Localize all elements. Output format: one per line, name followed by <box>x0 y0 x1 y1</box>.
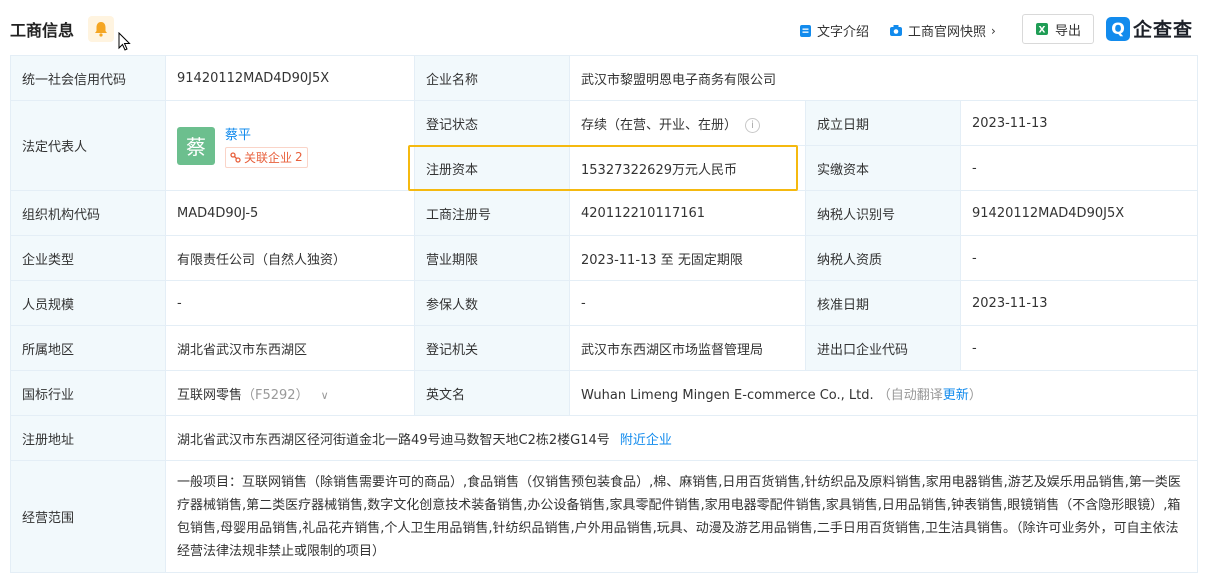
english-name-label: 英文名 <box>414 370 570 416</box>
link-icon <box>230 151 241 163</box>
legal-rep-label: 法定代表人 <box>10 100 166 191</box>
industry-code: （F5292） <box>242 387 309 403</box>
related-companies-label: 关联企业 <box>244 150 293 165</box>
table-row: 国标行业 互联网零售（F5292） ∨ 英文名 Wuhan Limeng Ming… <box>10 370 1198 416</box>
related-companies-tag[interactable]: 关联企业 2 <box>225 146 308 168</box>
table-row: 组织机构代码 MAD4D90J-5 工商注册号 420112210117161 … <box>10 190 1198 236</box>
insured-value: - <box>569 280 806 326</box>
reg-authority-label: 登记机关 <box>414 325 570 371</box>
snapshot-link[interactable]: 工商官网快照 › <box>889 21 996 40</box>
mouse-cursor-icon <box>118 31 132 56</box>
paid-capital-label: 实缴资本 <box>805 145 961 191</box>
snapshot-label: 工商官网快照 <box>908 25 987 40</box>
english-name-value: Wuhan Limeng Mingen E-commerce Co., Ltd. <box>581 387 874 403</box>
section-header: 工商信息 文字介绍 工商官网快照 › X 导出 Q 企查查 <box>0 0 1205 56</box>
business-info-table: 统一社会信用代码 91420112MAD4D90J5X 企业名称 武汉市黎盟明恩… <box>10 55 1198 573</box>
legal-rep-name-link[interactable]: 蔡平 <box>225 124 308 143</box>
ie-code-value: - <box>960 325 1198 371</box>
biz-term-label: 营业期限 <box>414 235 570 281</box>
brand-mark-icon: Q <box>1106 16 1130 41</box>
table-row: 人员规模 - 参保人数 - 核准日期 2023-11-13 <box>10 280 1198 326</box>
biz-reg-no-value: 420112210117161 <box>569 190 806 236</box>
reg-address-cell: 湖北省武汉市东西湖区径河街道金北一路49号迪马数智天地C2栋2楼G14号 附近企… <box>165 415 1198 461</box>
org-code-value: MAD4D90J-5 <box>165 190 415 236</box>
info-icon[interactable]: i <box>745 117 761 133</box>
table-row: 企业类型 有限责任公司（自然人独资） 营业期限 2023-11-13 至 无固定… <box>10 235 1198 281</box>
english-name-cell: Wuhan Limeng Mingen E-commerce Co., Ltd.… <box>569 370 1198 416</box>
credit-code-value: 91420112MAD4D90J5X <box>165 55 415 101</box>
update-link[interactable]: 更新 <box>943 388 969 403</box>
reg-capital-value: 15327322629万元人民币 <box>569 145 806 191</box>
brand-name: 企查查 <box>1133 19 1194 41</box>
reg-status-value: 存续（在营、开业、在册） <box>581 117 738 133</box>
chevron-down-icon[interactable]: ∨ <box>321 389 329 402</box>
est-date-label: 成立日期 <box>805 100 961 146</box>
taxpayer-qual-label: 纳税人资质 <box>805 235 961 281</box>
paid-capital-value: - <box>960 145 1198 191</box>
region-value: 湖北省武汉市东西湖区 <box>165 325 415 371</box>
biz-term-value: 2023-11-13 至 无固定期限 <box>569 235 806 281</box>
reg-capital-label: 注册资本 <box>414 145 570 191</box>
ie-code-label: 进出口企业代码 <box>805 325 961 371</box>
related-companies-count: 2 <box>295 150 303 164</box>
auto-translate-note-end: ） <box>968 387 982 403</box>
approval-date-value: 2023-11-13 <box>960 280 1198 326</box>
credit-code-label: 统一社会信用代码 <box>10 55 166 101</box>
taxpayer-qual-value: - <box>960 235 1198 281</box>
export-label: 导出 <box>1054 23 1081 39</box>
auto-translate-note: （自动翻译 <box>877 387 943 403</box>
company-type-label: 企业类型 <box>10 235 166 281</box>
export-button[interactable]: X 导出 <box>1022 14 1094 44</box>
table-row: 注册地址 湖北省武汉市东西湖区径河街道金北一路49号迪马数智天地C2栋2楼G14… <box>10 415 1198 461</box>
company-type-value: 有限责任公司（自然人独资） <box>165 235 415 281</box>
avatar: 蔡 <box>177 126 215 165</box>
text-intro-label: 文字介绍 <box>817 25 870 40</box>
reg-status-cell: 存续（在营、开业、在册） i <box>569 100 806 146</box>
industry-cell[interactable]: 互联网零售（F5292） ∨ <box>165 370 415 416</box>
nearby-companies-link[interactable]: 附近企业 <box>620 433 672 448</box>
est-date-value: 2023-11-13 <box>960 100 1198 146</box>
chevron-right-icon: › <box>991 23 996 38</box>
biz-reg-no-label: 工商注册号 <box>414 190 570 236</box>
legal-rep-cell: 蔡 蔡平 关联企业 2 <box>165 100 415 191</box>
reg-address-value: 湖北省武汉市东西湖区径河街道金北一路49号迪马数智天地C2栋2楼G14号 <box>177 432 610 448</box>
biz-scope-value: 一般项目：互联网销售（除销售需要许可的商品）,食品销售（仅销售预包装食品）,棉、… <box>165 460 1198 573</box>
approval-date-label: 核准日期 <box>805 280 961 326</box>
camera-icon <box>890 25 902 36</box>
bell-icon[interactable] <box>88 16 114 42</box>
reg-address-label: 注册地址 <box>10 415 166 461</box>
text-intro-link[interactable]: 文字介绍 <box>799 21 869 40</box>
biz-scope-label: 经营范围 <box>10 460 166 573</box>
table-row: 经营范围 一般项目：互联网销售（除销售需要许可的商品）,食品销售（仅销售预包装食… <box>10 460 1198 573</box>
region-label: 所属地区 <box>10 325 166 371</box>
company-name-value: 武汉市黎盟明恩电子商务有限公司 <box>569 55 1198 101</box>
table-row: 所属地区 湖北省武汉市东西湖区 登记机关 武汉市东西湖区市场监督管理局 进出口企… <box>10 325 1198 371</box>
insured-label: 参保人数 <box>414 280 570 326</box>
document-icon <box>800 24 811 37</box>
table-row: 统一社会信用代码 91420112MAD4D90J5X 企业名称 武汉市黎盟明恩… <box>10 55 1198 101</box>
staff-size-value: - <box>165 280 415 326</box>
table-row: 法定代表人 蔡 蔡平 关联企业 2 登记状态 存续（在营、开业、在册） i 成立日… <box>10 100 1198 191</box>
taxpayer-id-label: 纳税人识别号 <box>805 190 961 236</box>
section-title: 工商信息 <box>10 21 75 40</box>
svg-text:X: X <box>1039 26 1046 36</box>
brand-logo: Q 企查查 <box>1106 15 1193 42</box>
taxpayer-id-value: 91420112MAD4D90J5X <box>960 190 1198 236</box>
industry-value: 互联网零售 <box>177 387 243 403</box>
company-name-label: 企业名称 <box>414 55 570 101</box>
industry-label: 国标行业 <box>10 370 166 416</box>
excel-icon: X <box>1035 23 1048 36</box>
reg-status-label: 登记状态 <box>414 100 570 146</box>
org-code-label: 组织机构代码 <box>10 190 166 236</box>
reg-authority-value: 武汉市东西湖区市场监督管理局 <box>569 325 806 371</box>
staff-size-label: 人员规模 <box>10 280 166 326</box>
